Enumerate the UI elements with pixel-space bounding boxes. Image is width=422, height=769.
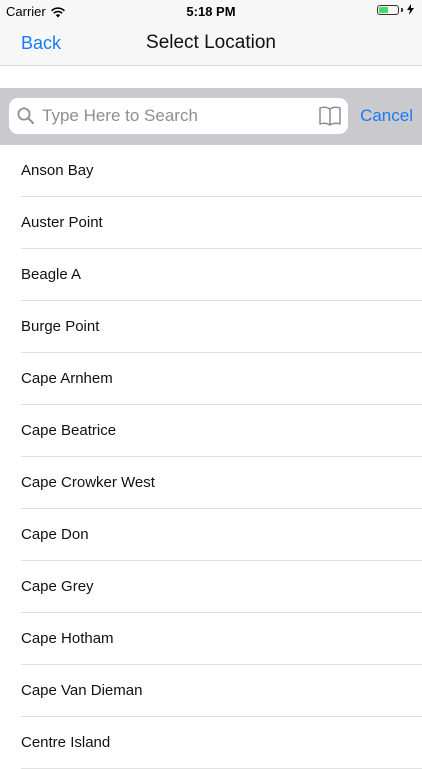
book-icon[interactable] xyxy=(318,105,342,127)
status-bar: Carrier 5:18 PM xyxy=(0,0,422,22)
list-item[interactable]: Cape Arnhem xyxy=(0,353,422,405)
list-item[interactable]: Anson Bay xyxy=(0,145,422,197)
search-bar: Cancel xyxy=(0,88,422,145)
list-item[interactable]: Cape Beatrice xyxy=(0,405,422,457)
page-title: Select Location xyxy=(146,32,276,53)
battery-level xyxy=(379,6,388,13)
battery-cap xyxy=(401,7,403,12)
search-icon xyxy=(17,107,34,124)
list-item[interactable]: Cape Crowker West xyxy=(0,457,422,509)
cancel-button[interactable]: Cancel xyxy=(360,106,413,126)
search-field[interactable] xyxy=(9,98,348,134)
search-input[interactable] xyxy=(40,105,318,127)
list-item[interactable]: Auster Point xyxy=(0,197,422,249)
navigation-bar: Back Select Location xyxy=(0,22,422,66)
status-time: 5:18 PM xyxy=(186,4,236,19)
list-item[interactable]: Cape Hotham xyxy=(0,613,422,665)
list-item[interactable]: Centre Island xyxy=(0,717,422,769)
list-item[interactable]: Cape Van Dieman xyxy=(0,665,422,717)
list-item[interactable]: Burge Point xyxy=(0,301,422,353)
location-list: Anson Bay Auster Point Beagle A Burge Point… xyxy=(0,145,422,769)
list-item[interactable]: Cape Grey xyxy=(0,561,422,613)
status-right xyxy=(377,4,414,15)
list-item[interactable]: Cape Don xyxy=(0,509,422,561)
list-item[interactable]: Beagle A xyxy=(0,249,422,301)
charging-icon xyxy=(407,4,414,15)
battery-icon xyxy=(377,4,399,15)
